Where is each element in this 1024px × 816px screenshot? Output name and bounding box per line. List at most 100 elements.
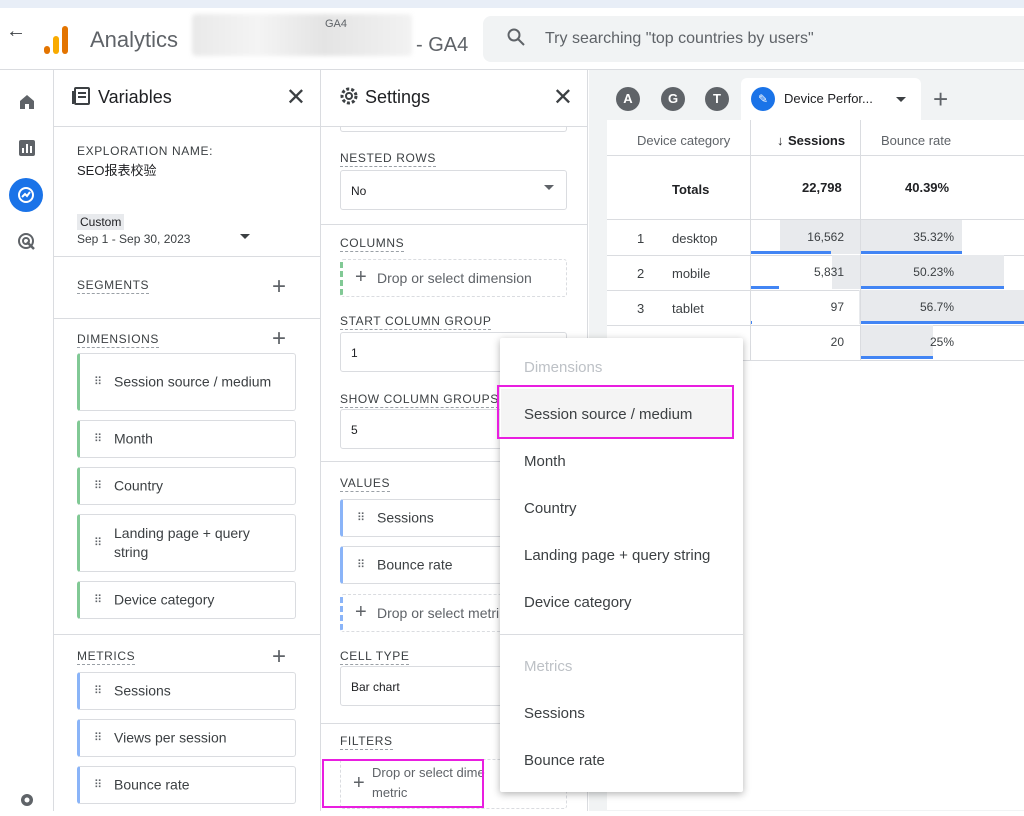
drag-handle-icon[interactable]: ⠿ <box>94 780 104 791</box>
date-range[interactable]: Sep 1 - Sep 30, 2023 <box>77 232 190 246</box>
metrics-section: METRICS + ⠿ Sessions ⠿ Views per session ⠿… <box>54 635 320 811</box>
menu-group-dimensions: Dimensions <box>524 359 603 376</box>
menu-group-metrics: Metrics <box>524 658 573 675</box>
chevron-down-icon[interactable] <box>896 97 906 102</box>
chip-label: Landing page + query string <box>114 525 250 560</box>
metric-chip[interactable]: ⠿ Views per session <box>77 719 296 757</box>
variables-header: Variables ✕ <box>54 70 320 127</box>
metric-chip[interactable]: ⠿ Bounce rate <box>77 766 296 804</box>
drag-handle-icon[interactable]: ⠿ <box>94 686 104 697</box>
dimension-chip[interactable]: ⠿ Landing page + query string <box>77 514 296 572</box>
dimension-chip[interactable]: ⠿ Country <box>77 467 296 505</box>
sessions-bar <box>751 321 752 324</box>
drag-handle-icon[interactable]: ⠿ <box>94 595 104 606</box>
settings-header: Settings ✕ <box>321 70 587 127</box>
row-index: 2 <box>637 266 645 281</box>
collaborator-avatar[interactable]: G <box>661 87 685 111</box>
app-name: Analytics <box>90 27 179 52</box>
exploration-name-section: EXPLORATION NAME: SEO报表校验 Custom Sep 1 -… <box>54 127 320 257</box>
explore-icon[interactable] <box>9 178 43 212</box>
dimension-chip[interactable]: ⠿ Session source / medium <box>77 353 296 411</box>
segments-section: SEGMENTS + <box>54 257 320 319</box>
close-icon[interactable]: ✕ <box>553 83 573 112</box>
chevron-down-icon[interactable] <box>240 234 250 239</box>
variables-icon <box>72 86 92 112</box>
menu-item-device-category[interactable]: Device category <box>524 594 632 611</box>
totals-bounce: 40.39% <box>905 180 950 195</box>
add-tab-icon[interactable]: + <box>933 84 948 115</box>
drop-label: Drop or select metri <box>377 605 500 621</box>
chip-label: Views per session <box>114 729 227 746</box>
search-bar[interactable]: Try searching "top countries by users" <box>483 16 1024 62</box>
column-header-sessions[interactable]: Sessions <box>788 133 845 148</box>
sessions-bar <box>751 286 779 289</box>
account-property-selector[interactable] <box>192 14 412 56</box>
property-name[interactable]: - GA4 <box>416 34 468 57</box>
chip-label: Bounce rate <box>114 776 190 793</box>
drag-handle-icon[interactable]: ⠿ <box>94 733 104 744</box>
tab-device-performance[interactable]: ✎ Device Perfor... <box>741 78 921 120</box>
column-header-bounce-rate[interactable]: Bounce rate <box>881 133 951 148</box>
row-device[interactable]: mobile <box>672 266 710 281</box>
menu-item-country[interactable]: Country <box>524 500 577 517</box>
arrow-back-icon[interactable]: ← <box>6 20 26 43</box>
search-placeholder: Try searching "top countries by users" <box>545 30 814 47</box>
sort-arrow-icon[interactable]: ↓ <box>777 133 784 148</box>
nested-rows-section: NESTED ROWS No <box>321 132 587 225</box>
metric-chip[interactable]: ⠿ Sessions <box>77 672 296 710</box>
home-icon[interactable] <box>15 92 39 116</box>
row-bounce: 35.32% <box>913 230 954 244</box>
bounce-bar <box>861 286 1004 289</box>
drop-label: Drop or select dimension <box>377 270 532 286</box>
totals-label: Totals <box>672 182 710 197</box>
row-sessions: 5,831 <box>813 265 844 279</box>
close-icon[interactable]: ✕ <box>286 83 306 112</box>
collaborator-avatar[interactable]: T <box>705 87 729 111</box>
tab-bar: A G T ✎ Device Perfor... + <box>606 78 1024 120</box>
row-bounce: 56.7% <box>919 300 954 314</box>
drag-handle-icon[interactable]: ⠿ <box>94 434 104 445</box>
reports-icon[interactable] <box>15 138 39 162</box>
row-device[interactable]: desktop <box>672 231 718 246</box>
menu-item-sessions[interactable]: Sessions <box>524 705 585 722</box>
drag-handle-icon[interactable]: ⠿ <box>94 481 104 492</box>
dimensions-label: DIMENSIONS <box>77 332 160 348</box>
columns-drop-zone[interactable]: + Drop or select dimension <box>340 259 567 297</box>
settings-icon[interactable] <box>15 790 39 814</box>
bounce-bar <box>861 321 1024 324</box>
bounce-bar <box>861 356 933 359</box>
chip-label: Country <box>114 477 164 494</box>
highlight-box <box>497 385 734 439</box>
header-divider <box>607 155 1024 156</box>
menu-item-month[interactable]: Month <box>524 453 566 470</box>
metrics-label: METRICS <box>77 649 136 665</box>
exploration-name-value[interactable]: SEO报表校验 <box>77 160 156 179</box>
drag-handle-icon[interactable]: ⠿ <box>94 538 104 549</box>
drag-handle-icon[interactable]: ⠿ <box>357 560 367 571</box>
select-value: 5 <box>351 423 358 437</box>
add-dimension-icon[interactable]: + <box>272 327 286 351</box>
drag-handle-icon[interactable]: ⠿ <box>357 513 367 524</box>
show-column-groups-label: SHOW COLUMN GROUPS <box>340 392 499 408</box>
tab-label: Device Perfor... <box>784 91 873 106</box>
row-divider <box>607 325 1024 326</box>
row-device[interactable]: tablet <box>672 301 704 316</box>
dimensions-section: DIMENSIONS + ⠿ Session source / medium ⠿ M… <box>54 319 320 635</box>
menu-item-bounce-rate[interactable]: Bounce rate <box>524 752 605 769</box>
values-label: VALUES <box>340 476 391 492</box>
drag-handle-icon[interactable]: ⠿ <box>94 377 104 388</box>
nested-rows-select[interactable]: No <box>340 170 567 210</box>
row-sessions: 16,562 <box>807 230 844 244</box>
advertising-icon[interactable] <box>15 232 39 256</box>
collaborator-avatar[interactable]: A <box>616 87 640 111</box>
dimension-chip[interactable]: ⠿ Device category <box>77 581 296 619</box>
menu-item-landing-page[interactable]: Landing page + query string <box>524 547 710 564</box>
select-value: No <box>351 184 367 198</box>
dimension-chip[interactable]: ⠿ Month <box>77 420 296 458</box>
add-segment-icon[interactable]: + <box>272 275 286 299</box>
add-metric-icon[interactable]: + <box>272 645 286 669</box>
column-divider <box>860 120 861 361</box>
column-header-device-category[interactable]: Device category <box>637 133 730 148</box>
row-sessions: 97 <box>830 300 844 314</box>
settings-title: Settings <box>365 87 431 107</box>
